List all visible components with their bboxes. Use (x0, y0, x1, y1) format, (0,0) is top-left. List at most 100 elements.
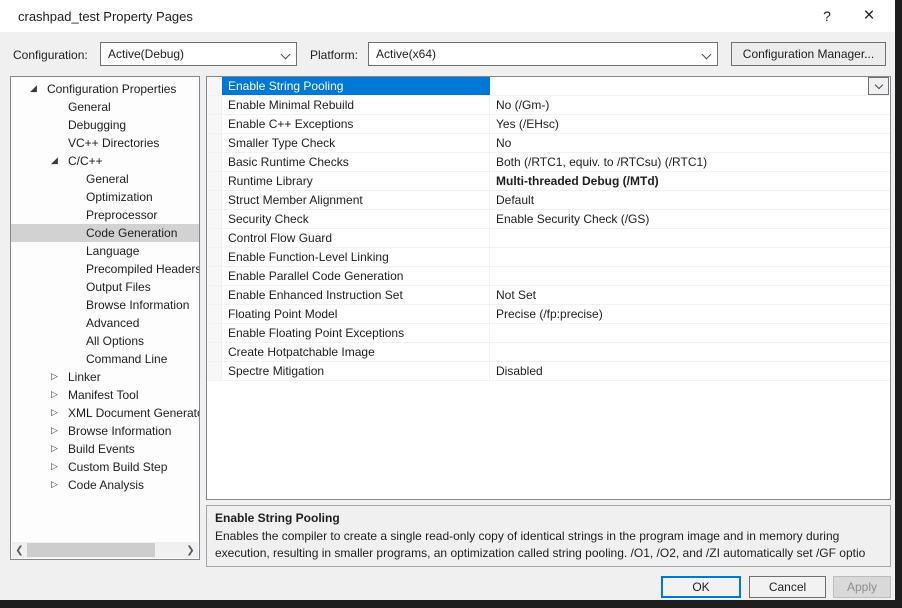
property-name[interactable]: Smaller Type Check (222, 134, 490, 152)
collapsed-triangle-icon[interactable]: ▷ (51, 404, 58, 422)
apply-button[interactable]: Apply (833, 576, 891, 598)
background-app-strip (0, 600, 902, 608)
property-row-enable-function-level-linking[interactable]: Enable Function-Level Linking (207, 248, 890, 267)
tree-item-browse-information[interactable]: Browse Information (11, 296, 199, 314)
property-row-struct-member-alignment[interactable]: Struct Member AlignmentDefault (207, 191, 890, 210)
tree-item-manifest-tool[interactable]: ▷Manifest Tool (11, 386, 199, 404)
property-row-security-check[interactable]: Security CheckEnable Security Check (/GS… (207, 210, 890, 229)
row-gutter (207, 229, 222, 247)
property-value[interactable]: No (490, 134, 890, 152)
tree-horizontal-scrollbar[interactable]: ❮ ❯ (12, 542, 198, 558)
property-row-enable-string-pooling[interactable]: Enable String Pooling (207, 77, 890, 96)
tree-item-language[interactable]: Language (11, 242, 199, 260)
property-row-floating-point-model[interactable]: Floating Point ModelPrecise (/fp:precise… (207, 305, 890, 324)
property-name[interactable]: Security Check (222, 210, 490, 228)
tree-item-xml-document-generator[interactable]: ▷XML Document Generator (11, 404, 199, 422)
property-row-basic-runtime-checks[interactable]: Basic Runtime ChecksBoth (/RTC1, equiv. … (207, 153, 890, 172)
ok-button[interactable]: OK (661, 576, 741, 598)
property-name[interactable]: Enable Minimal Rebuild (222, 96, 490, 114)
tree-item-code-generation[interactable]: Code Generation (11, 224, 199, 242)
tree-item-output-files[interactable]: Output Files (11, 278, 199, 296)
property-row-enable-enhanced-instruction-set[interactable]: Enable Enhanced Instruction SetNot Set (207, 286, 890, 305)
background-app-strip (895, 0, 902, 608)
property-value[interactable] (490, 267, 890, 285)
configuration-dropdown[interactable]: Active(Debug) (100, 42, 297, 66)
expanded-triangle-icon[interactable]: ◢ (51, 152, 58, 170)
tree-item-debugging[interactable]: Debugging (11, 116, 199, 134)
property-value[interactable]: Both (/RTC1, equiv. to /RTCsu) (/RTC1) (490, 153, 890, 171)
configuration-manager-button[interactable]: Configuration Manager... (731, 42, 886, 66)
tree-item-linker[interactable]: ▷Linker (11, 368, 199, 386)
property-value[interactable]: No (/Gm-) (490, 96, 890, 114)
property-row-smaller-type-check[interactable]: Smaller Type CheckNo (207, 134, 890, 153)
tree-item-all-options[interactable]: All Options (11, 332, 199, 350)
property-name[interactable]: Enable Function-Level Linking (222, 248, 490, 266)
property-row-enable-minimal-rebuild[interactable]: Enable Minimal RebuildNo (/Gm-) (207, 96, 890, 115)
tree-item-custom-build-step[interactable]: ▷Custom Build Step (11, 458, 199, 476)
tree-item-optimization[interactable]: Optimization (11, 188, 199, 206)
tree-item-command-line[interactable]: Command Line (11, 350, 199, 368)
property-name[interactable]: Enable C++ Exceptions (222, 115, 490, 133)
property-row-enable-parallel-code-generation[interactable]: Enable Parallel Code Generation (207, 267, 890, 286)
property-value[interactable] (490, 248, 890, 266)
help-button[interactable]: ? (810, 0, 844, 32)
property-name[interactable]: Struct Member Alignment (222, 191, 490, 209)
property-row-enable-floating-point-exceptions[interactable]: Enable Floating Point Exceptions (207, 324, 890, 343)
expanded-triangle-icon[interactable]: ◢ (30, 80, 37, 98)
property-value[interactable]: Default (490, 191, 890, 209)
collapsed-triangle-icon[interactable]: ▷ (51, 386, 58, 404)
tree-item-label: General (86, 172, 129, 186)
scroll-right-icon[interactable]: ❯ (183, 542, 198, 558)
property-name[interactable]: Enable Enhanced Instruction Set (222, 286, 490, 304)
property-name[interactable]: Spectre Mitigation (222, 362, 490, 380)
property-row-control-flow-guard[interactable]: Control Flow Guard (207, 229, 890, 248)
tree-item-browse-information[interactable]: ▷Browse Information (11, 422, 199, 440)
property-value[interactable]: Disabled (490, 362, 890, 380)
platform-dropdown[interactable]: Active(x64) (368, 42, 718, 66)
property-row-runtime-library[interactable]: Runtime LibraryMulti-threaded Debug (/MT… (207, 172, 890, 191)
property-value[interactable]: Not Set (490, 286, 890, 304)
collapsed-triangle-icon[interactable]: ▷ (51, 440, 58, 458)
property-name[interactable]: Enable Parallel Code Generation (222, 267, 490, 285)
row-gutter (207, 248, 222, 266)
property-value[interactable]: Yes (/EHsc) (490, 115, 890, 133)
tree-item-general[interactable]: General (11, 98, 199, 116)
collapsed-triangle-icon[interactable]: ▷ (51, 458, 58, 476)
collapsed-triangle-icon[interactable]: ▷ (51, 476, 58, 494)
property-value[interactable] (490, 343, 890, 361)
tree-item-general[interactable]: General (11, 170, 199, 188)
scroll-left-icon[interactable]: ❮ (12, 542, 27, 558)
property-value[interactable]: Multi-threaded Debug (/MTd) (490, 172, 890, 190)
property-description-box: Enable String Pooling Enables the compil… (206, 505, 891, 567)
tree-item-preprocessor[interactable]: Preprocessor (11, 206, 199, 224)
tree-item-precompiled-headers[interactable]: Precompiled Headers (11, 260, 199, 278)
property-value[interactable] (490, 324, 890, 342)
property-value[interactable]: Enable Security Check (/GS) (490, 210, 890, 228)
collapsed-triangle-icon[interactable]: ▷ (51, 422, 58, 440)
property-name[interactable]: Basic Runtime Checks (222, 153, 490, 171)
description-line: execution, resulting in smaller programs… (215, 545, 882, 562)
tree-item-configuration-properties[interactable]: ◢Configuration Properties (11, 80, 199, 98)
property-row-enable-c-exceptions[interactable]: Enable C++ ExceptionsYes (/EHsc) (207, 115, 890, 134)
property-name[interactable]: Runtime Library (222, 172, 490, 190)
tree-item-vc-directories[interactable]: VC++ Directories (11, 134, 199, 152)
tree-item-code-analysis[interactable]: ▷Code Analysis (11, 476, 199, 494)
tree-item-c-c[interactable]: ◢C/C++ (11, 152, 199, 170)
property-name[interactable]: Enable Floating Point Exceptions (222, 324, 490, 342)
scrollbar-thumb[interactable] (27, 543, 155, 557)
property-value[interactable] (490, 77, 890, 95)
property-name[interactable]: Floating Point Model (222, 305, 490, 323)
property-name[interactable]: Control Flow Guard (222, 229, 490, 247)
close-button[interactable]: × (852, 0, 886, 32)
cancel-button[interactable]: Cancel (749, 576, 826, 598)
property-value[interactable] (490, 229, 890, 247)
property-row-create-hotpatchable-image[interactable]: Create Hotpatchable Image (207, 343, 890, 362)
property-row-spectre-mitigation[interactable]: Spectre MitigationDisabled (207, 362, 890, 381)
value-dropdown-button[interactable] (868, 77, 889, 95)
collapsed-triangle-icon[interactable]: ▷ (51, 368, 58, 386)
property-value[interactable]: Precise (/fp:precise) (490, 305, 890, 323)
property-name[interactable]: Enable String Pooling (222, 77, 490, 95)
tree-item-advanced[interactable]: Advanced (11, 314, 199, 332)
property-name[interactable]: Create Hotpatchable Image (222, 343, 490, 361)
tree-item-build-events[interactable]: ▷Build Events (11, 440, 199, 458)
